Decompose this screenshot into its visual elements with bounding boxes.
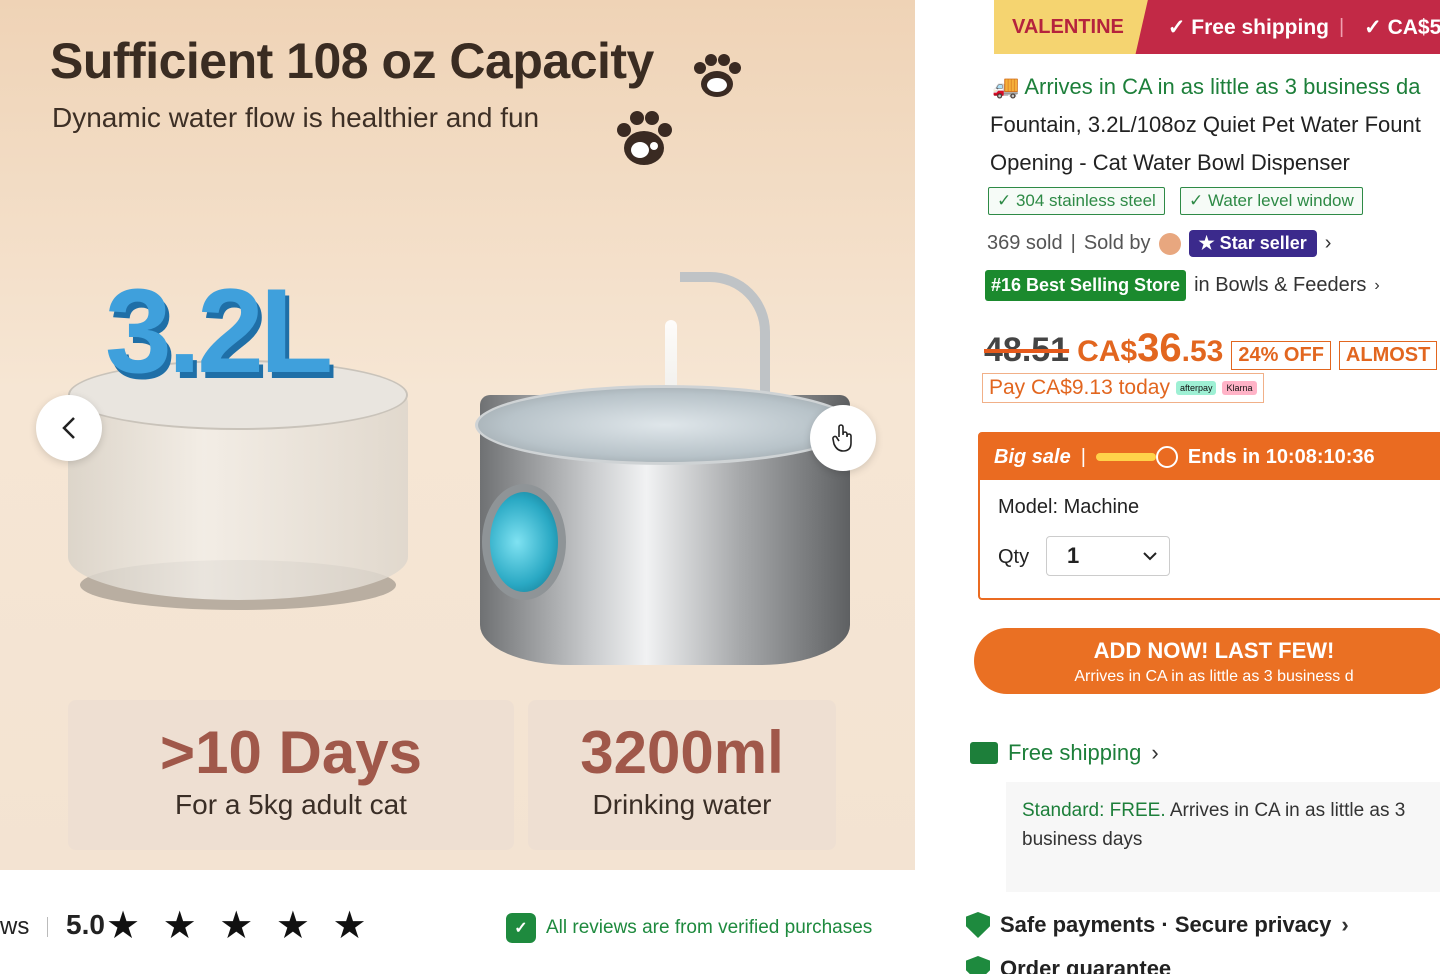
gallery-next-button[interactable] <box>810 405 876 471</box>
free-shipping-title: Free shipping <box>1008 740 1142 765</box>
order-guarantee-icon <box>966 956 990 974</box>
divider <box>47 917 48 937</box>
add-to-cart-label: ADD NOW! LAST FEW! <box>1093 638 1335 663</box>
promo-banner[interactable]: VALENTINE ✓ Free shipping | ✓ CA$5.0 <box>994 0 1440 54</box>
promo-item-credit: ✓ CA$5.0 <box>1364 15 1440 39</box>
sale-price: CA$36.53 <box>1077 326 1223 371</box>
rating-value: 5.0 <box>66 909 105 940</box>
reviews-summary: ws 5.0 ★ ★ ★ ★ ★ ✓ All reviews are from … <box>0 895 915 965</box>
sale-options-box: Big sale | Ends in 10:08:10:36 Model: Ma… <box>978 432 1440 600</box>
order-guarantee-link[interactable]: Order guarantee <box>966 956 1171 974</box>
best-selling-badge: #16 Best Selling Store <box>985 270 1187 301</box>
countdown-progress-bar <box>1095 453 1156 461</box>
feature-chip: ✓ 304 stainless steel <box>988 187 1165 215</box>
qty-select[interactable]: 1 <box>1046 536 1170 576</box>
stat-value: 3200ml <box>580 719 784 786</box>
reviews-label[interactable]: ws <box>0 913 29 941</box>
qty-label: Qty <box>998 546 1030 568</box>
afterpay-logo: afterpay <box>1175 381 1217 395</box>
price-row: 48.51 CA$36.53 24% OFF ALMOST <box>984 326 1438 371</box>
image-headline: Sufficient 108 oz Capacity <box>50 33 654 89</box>
safe-payments-link[interactable]: Safe payments · Secure privacy › <box>966 912 1349 938</box>
almost-sold-out-badge: ALMOST <box>1338 341 1438 370</box>
water-level-window <box>482 484 566 600</box>
separator: | <box>1080 445 1086 468</box>
verified-shield-icon: ✓ <box>506 913 536 943</box>
chevron-right-icon[interactable]: › <box>1325 232 1332 255</box>
shipping-detail: Standard: FREE. Arrives in CA in as litt… <box>1006 782 1440 892</box>
add-to-cart-sublabel: Arrives in CA in as little as 3 business… <box>1074 668 1354 685</box>
promo-item-free-shipping: ✓ Free shipping <box>1167 15 1329 39</box>
shield-icon <box>966 912 990 938</box>
separator: | <box>1070 232 1076 254</box>
seller-row: 369 sold | Sold by ★ Star seller › <box>987 230 1331 257</box>
star-seller-badge[interactable]: ★ Star seller <box>1188 230 1317 257</box>
truck-icon: 🚚 <box>992 74 1020 99</box>
chevron-right-icon: › <box>1151 740 1159 765</box>
sold-count: 369 sold <box>987 232 1063 254</box>
stat-caption: Drinking water <box>592 789 772 820</box>
paw-icon <box>617 111 672 165</box>
product-info-panel: VALENTINE ✓ Free shipping | ✓ CA$5.0 🚚 A… <box>930 0 1440 974</box>
chevron-right-icon: › <box>1341 912 1349 937</box>
hand-cursor-icon <box>832 424 852 452</box>
price-whole: 36 <box>1137 326 1182 370</box>
order-guarantee-text: Order guarantee <box>1000 956 1172 974</box>
countdown-text: Ends in 10:08:10:36 <box>1187 445 1375 468</box>
price-cents: .53 <box>1181 335 1224 368</box>
rating-stars: ★ ★ ★ ★ ★ <box>106 905 373 947</box>
capacity-label: 3.2L <box>105 264 333 398</box>
klarna-logo: Klarna <box>1222 381 1257 395</box>
stat-caption: For a 5kg adult cat <box>175 789 407 820</box>
free-shipping-link[interactable]: Free shipping › <box>970 740 1159 766</box>
chevron-left-icon <box>62 417 75 439</box>
stat-card-ml: 3200ml Drinking water <box>528 700 836 850</box>
verified-purchases-note: ✓ All reviews are from verified purchase… <box>506 913 872 943</box>
gallery-prev-button[interactable] <box>36 395 102 461</box>
stat-value: >10 Days <box>160 719 422 786</box>
paw-icon <box>694 54 741 97</box>
truck-icon <box>970 742 998 764</box>
promo-tag: VALENTINE <box>994 0 1148 54</box>
chevron-right-icon: › <box>1374 276 1380 294</box>
store-avatar-icon[interactable] <box>1158 232 1181 255</box>
safe-payments-text: Safe payments · Secure privacy <box>1000 912 1332 937</box>
original-price: 48.51 <box>984 331 1070 369</box>
sale-label: Big sale <box>994 445 1071 468</box>
product-image-gallery: Sufficient 108 oz Capacity Dynamic water… <box>0 0 915 870</box>
verified-text: All reviews are from verified purchases <box>546 917 873 938</box>
delivery-estimate: 🚚 Arrives in CA in as little as 3 busine… <box>992 74 1421 100</box>
installment-row[interactable]: Pay CA$9.13 today afterpay Klarna <box>982 373 1264 403</box>
sale-header: Big sale | Ends in 10:08:10:36 <box>980 434 1440 480</box>
qty-value: 1 <box>1067 543 1080 568</box>
sold-by-label: Sold by <box>1083 232 1151 254</box>
product-title-line: Fountain, 3.2L/108oz Quiet Pet Water Fou… <box>990 112 1421 137</box>
product-title-line: Opening - Cat Water Bowl Dispenser <box>990 150 1350 175</box>
image-subhead: Dynamic water flow is healthier and fun <box>52 102 540 133</box>
delivery-estimate-text: Arrives in CA in as little as 3 business… <box>1024 74 1421 99</box>
fountain-bowl-rim <box>475 385 855 465</box>
stat-card-days: >10 Days For a 5kg adult cat <box>68 700 514 850</box>
chevron-down-icon <box>1143 552 1157 561</box>
discount-badge: 24% OFF <box>1231 341 1331 370</box>
feature-chip: ✓ Water level window <box>1180 187 1363 215</box>
clock-icon <box>1155 446 1178 468</box>
best-selling-category: in Bowls & Feeders <box>1194 274 1367 296</box>
standard-shipping-label: Standard: FREE. <box>1022 800 1166 821</box>
currency-prefix: CA$ <box>1077 335 1138 368</box>
best-seller-row[interactable]: #16 Best Selling Store in Bowls & Feeder… <box>985 270 1380 301</box>
pay-today-text: Pay CA$9.13 today <box>989 376 1170 399</box>
add-to-cart-button[interactable]: ADD NOW! LAST FEW! Arrives in CA in as l… <box>974 628 1440 694</box>
model-selection[interactable]: Model: Machine <box>998 496 1139 519</box>
